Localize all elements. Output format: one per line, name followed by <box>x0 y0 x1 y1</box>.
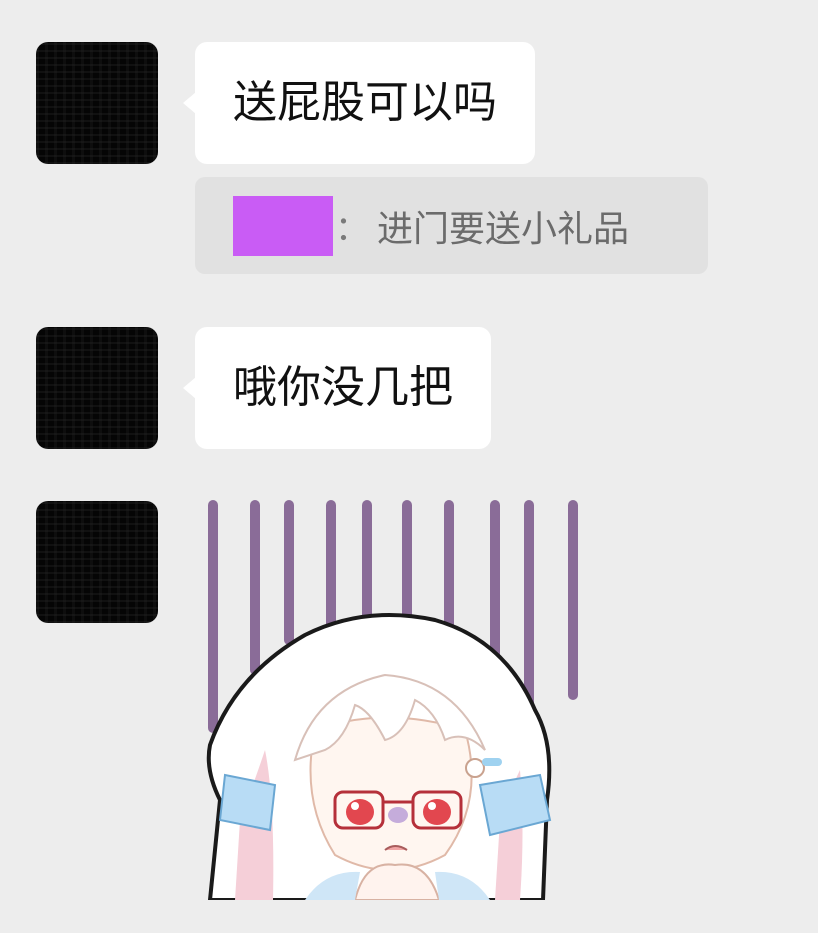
avatar[interactable] <box>36 501 158 623</box>
message-text: 送屁股可以吗 <box>233 77 497 128</box>
message-bubble[interactable]: 送屁股可以吗 <box>183 42 535 164</box>
message-text: 哦你没几把 <box>233 362 453 413</box>
avatar[interactable] <box>36 327 158 449</box>
quote-text: 进门要送小礼品 <box>377 208 630 250</box>
quote-colon: ： <box>335 209 369 249</box>
quoted-message[interactable]: ： 进门要送小礼品 <box>195 177 708 274</box>
message-bubble[interactable]: 哦你没几把 <box>183 327 491 449</box>
redacted-name <box>233 195 333 256</box>
sad-chibi-girl-sticker-icon <box>206 500 578 900</box>
avatar[interactable] <box>36 42 158 164</box>
sticker-image[interactable] <box>195 500 595 900</box>
